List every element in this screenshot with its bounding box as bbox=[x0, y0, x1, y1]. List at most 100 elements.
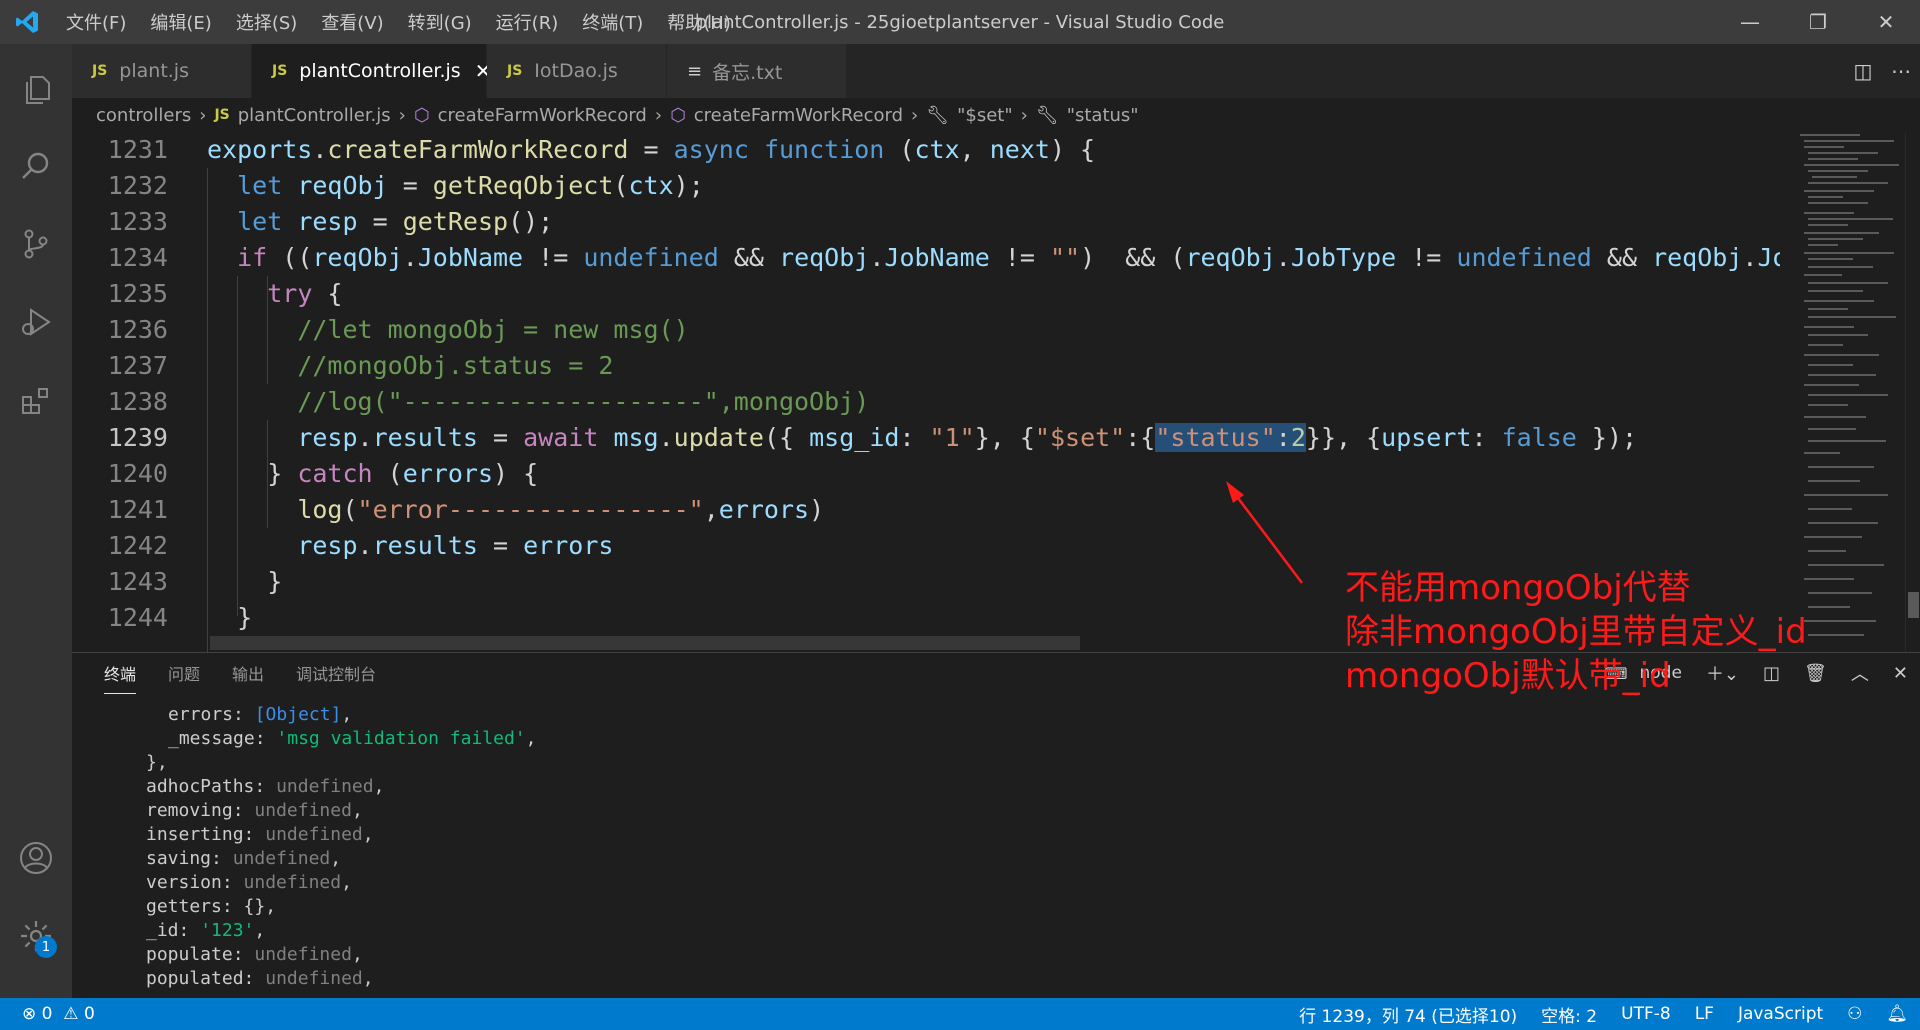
account-icon[interactable] bbox=[0, 822, 72, 894]
code-text: exports.createFarmWorkRecord = async fun… bbox=[207, 135, 1096, 164]
breadcrumb-item[interactable]: plantController.js bbox=[238, 105, 391, 126]
terminal-key: removing bbox=[146, 800, 233, 821]
live-share-icon[interactable]: ⚇ bbox=[1847, 1004, 1862, 1024]
terminal-value: 'msg validation failed' bbox=[276, 728, 526, 749]
code-text: try { bbox=[267, 279, 343, 308]
code-text: let reqObj = getReqObject(ctx); bbox=[237, 171, 704, 200]
breadcrumb-item[interactable]: "$set" bbox=[957, 105, 1013, 126]
manage-gear-icon[interactable]: 1 bbox=[0, 900, 72, 972]
warning-icon: ⚠ bbox=[63, 1004, 79, 1024]
annotation-line: 除非mongoObj里带自定义_id bbox=[1345, 612, 1807, 652]
status-bar: ⊗ 0 ⚠ 0 行 1239，列 74 (已选择10) 空格: 2 UTF-8 … bbox=[0, 998, 1920, 1030]
menu-bar: 文件(F) 编辑(E) 选择(S) 查看(V) 转到(G) 运行(R) 终端(T) 帮助(H) bbox=[54, 0, 743, 44]
terminal-line: saving: undefined, bbox=[146, 848, 342, 869]
menu-item[interactable]: 转到(G) bbox=[396, 9, 484, 35]
method-cube-icon: ⬡ bbox=[670, 104, 686, 126]
tab-debug-console[interactable]: 调试控制台 bbox=[296, 653, 376, 693]
maximize-panel-icon[interactable]: ︿ bbox=[1851, 660, 1869, 686]
terminal-line: inserting: undefined, bbox=[146, 824, 374, 845]
breadcrumb: controllers › JS plantController.js › ⬡ crea… bbox=[72, 98, 1920, 132]
line-number: 1233 bbox=[107, 207, 168, 236]
line-number: 1241 bbox=[107, 495, 168, 524]
split-terminal-icon[interactable]: ◫ bbox=[1763, 663, 1780, 684]
close-window-icon[interactable]: ✕ bbox=[1852, 0, 1920, 44]
breadcrumb-item[interactable]: controllers bbox=[96, 105, 191, 126]
tab-plantcontroller-js[interactable]: JS plantController.js ✕ bbox=[252, 44, 491, 98]
notifications-bell-icon[interactable]: 🔔︎ bbox=[1886, 1004, 1908, 1024]
horizontal-scrollbar[interactable] bbox=[210, 636, 1080, 650]
code-text: resp.results = await msg.update({ msg_id… bbox=[297, 423, 1638, 452]
search-icon[interactable] bbox=[0, 130, 72, 202]
code-line: 1233 let resp = getResp(); bbox=[72, 204, 1780, 240]
extensions-icon[interactable] bbox=[0, 364, 72, 436]
line-ending[interactable]: LF bbox=[1695, 1004, 1714, 1024]
activity-bar: 1 bbox=[0, 44, 72, 998]
terminal-line: removing: undefined, bbox=[146, 800, 363, 821]
cursor-position[interactable]: 行 1239，列 74 (已选择10) bbox=[1299, 1002, 1517, 1027]
js-file-icon: JS bbox=[272, 63, 288, 79]
terminal-line: populated: undefined, bbox=[146, 968, 374, 989]
minimap[interactable] bbox=[1780, 132, 1905, 652]
trash-icon[interactable]: 🗑︎ bbox=[1804, 663, 1827, 684]
vertical-scrollbar[interactable] bbox=[1905, 132, 1920, 652]
line-number: 1243 bbox=[107, 567, 168, 596]
tab-terminal[interactable]: 终端 bbox=[104, 653, 137, 694]
menu-item[interactable]: 终端(T) bbox=[570, 9, 655, 35]
terminal-value: undefined bbox=[243, 872, 342, 893]
code-line: 1237 //mongoObj.status = 2 bbox=[72, 348, 1780, 384]
tab-output[interactable]: 输出 bbox=[232, 653, 264, 693]
warning-count: 0 bbox=[83, 1004, 95, 1024]
code-text: } bbox=[207, 567, 283, 596]
code-line-current: 1239 resp.results = await msg.update({ m… bbox=[72, 420, 1780, 456]
close-panel-icon[interactable]: ✕ bbox=[1893, 663, 1908, 684]
line-number: 1232 bbox=[107, 171, 168, 200]
code-line: 1234 if ((reqObj.JobName != undefined &&… bbox=[72, 240, 1780, 276]
terminal-key: _id bbox=[146, 920, 179, 941]
code-line: 1236 //let mongoObj = new msg() bbox=[72, 312, 1780, 348]
code-text: //let mongoObj = new msg() bbox=[297, 315, 689, 344]
wrench-icon: 🔧︎ bbox=[926, 104, 950, 126]
menu-item[interactable]: 编辑(E) bbox=[138, 9, 223, 35]
menu-item[interactable]: 文件(F) bbox=[54, 9, 138, 35]
status-right: 行 1239，列 74 (已选择10) 空格: 2 UTF-8 LF JavaS… bbox=[1287, 1002, 1920, 1027]
tab-iotdao-js[interactable]: JS IotDao.js bbox=[487, 44, 667, 98]
minimize-icon[interactable]: — bbox=[1716, 0, 1784, 44]
explorer-icon[interactable] bbox=[0, 54, 72, 126]
code-text: if ((reqObj.JobName != undefined && reqO… bbox=[237, 243, 1780, 272]
menu-item[interactable]: 查看(V) bbox=[309, 9, 395, 35]
code-line: 1231 exports.createFarmWorkRecord = async… bbox=[72, 132, 1780, 168]
terminal-line: errors: [Object], bbox=[168, 704, 353, 725]
chevron-right-icon: › bbox=[398, 104, 406, 126]
source-control-icon[interactable] bbox=[0, 208, 72, 280]
menu-item[interactable]: 帮助(H) bbox=[655, 9, 743, 35]
indentation[interactable]: 空格: 2 bbox=[1541, 1002, 1597, 1027]
restore-icon[interactable]: ❐ bbox=[1784, 0, 1852, 44]
line-number: 1235 bbox=[107, 279, 168, 308]
terminal-key: saving bbox=[146, 848, 212, 869]
terminal-line: }, bbox=[146, 751, 168, 775]
breadcrumb-item[interactable]: createFarmWorkRecord bbox=[438, 105, 647, 126]
more-actions-icon[interactable]: ⋯ bbox=[1882, 59, 1920, 83]
terminal-value: undefined bbox=[254, 800, 352, 821]
terminal-key: adhocPaths bbox=[146, 776, 255, 797]
encoding[interactable]: UTF-8 bbox=[1621, 1004, 1671, 1024]
new-terminal-icon[interactable]: ＋⌄ bbox=[1706, 660, 1739, 686]
tab-problems[interactable]: 问题 bbox=[168, 653, 200, 693]
menu-item[interactable]: 选择(S) bbox=[224, 9, 309, 35]
menu-item[interactable]: 运行(R) bbox=[484, 9, 571, 35]
language-mode[interactable]: JavaScript bbox=[1738, 1004, 1823, 1024]
tab-memo-txt[interactable]: ≡ 备忘.txt bbox=[667, 44, 847, 98]
split-editor-icon[interactable]: ◫ bbox=[1844, 59, 1882, 83]
terminal-line: populate: undefined, bbox=[146, 944, 363, 965]
code-line: 1235 try { bbox=[72, 276, 1780, 312]
line-number: 1236 bbox=[107, 315, 168, 344]
tab-plant-js[interactable]: JS plant.js bbox=[72, 44, 252, 98]
terminal-value: undefined bbox=[265, 824, 363, 845]
breadcrumb-item[interactable]: "status" bbox=[1067, 105, 1139, 126]
breadcrumb-item[interactable]: createFarmWorkRecord bbox=[694, 105, 903, 126]
problems-indicator[interactable]: ⊗ 0 ⚠ 0 bbox=[22, 1004, 95, 1024]
terminal-line: _id: '123', bbox=[146, 920, 266, 941]
code-text: log("error----------------",errors) bbox=[297, 495, 825, 524]
run-debug-icon[interactable] bbox=[0, 286, 72, 358]
code-text: } catch (errors) { bbox=[207, 459, 539, 488]
